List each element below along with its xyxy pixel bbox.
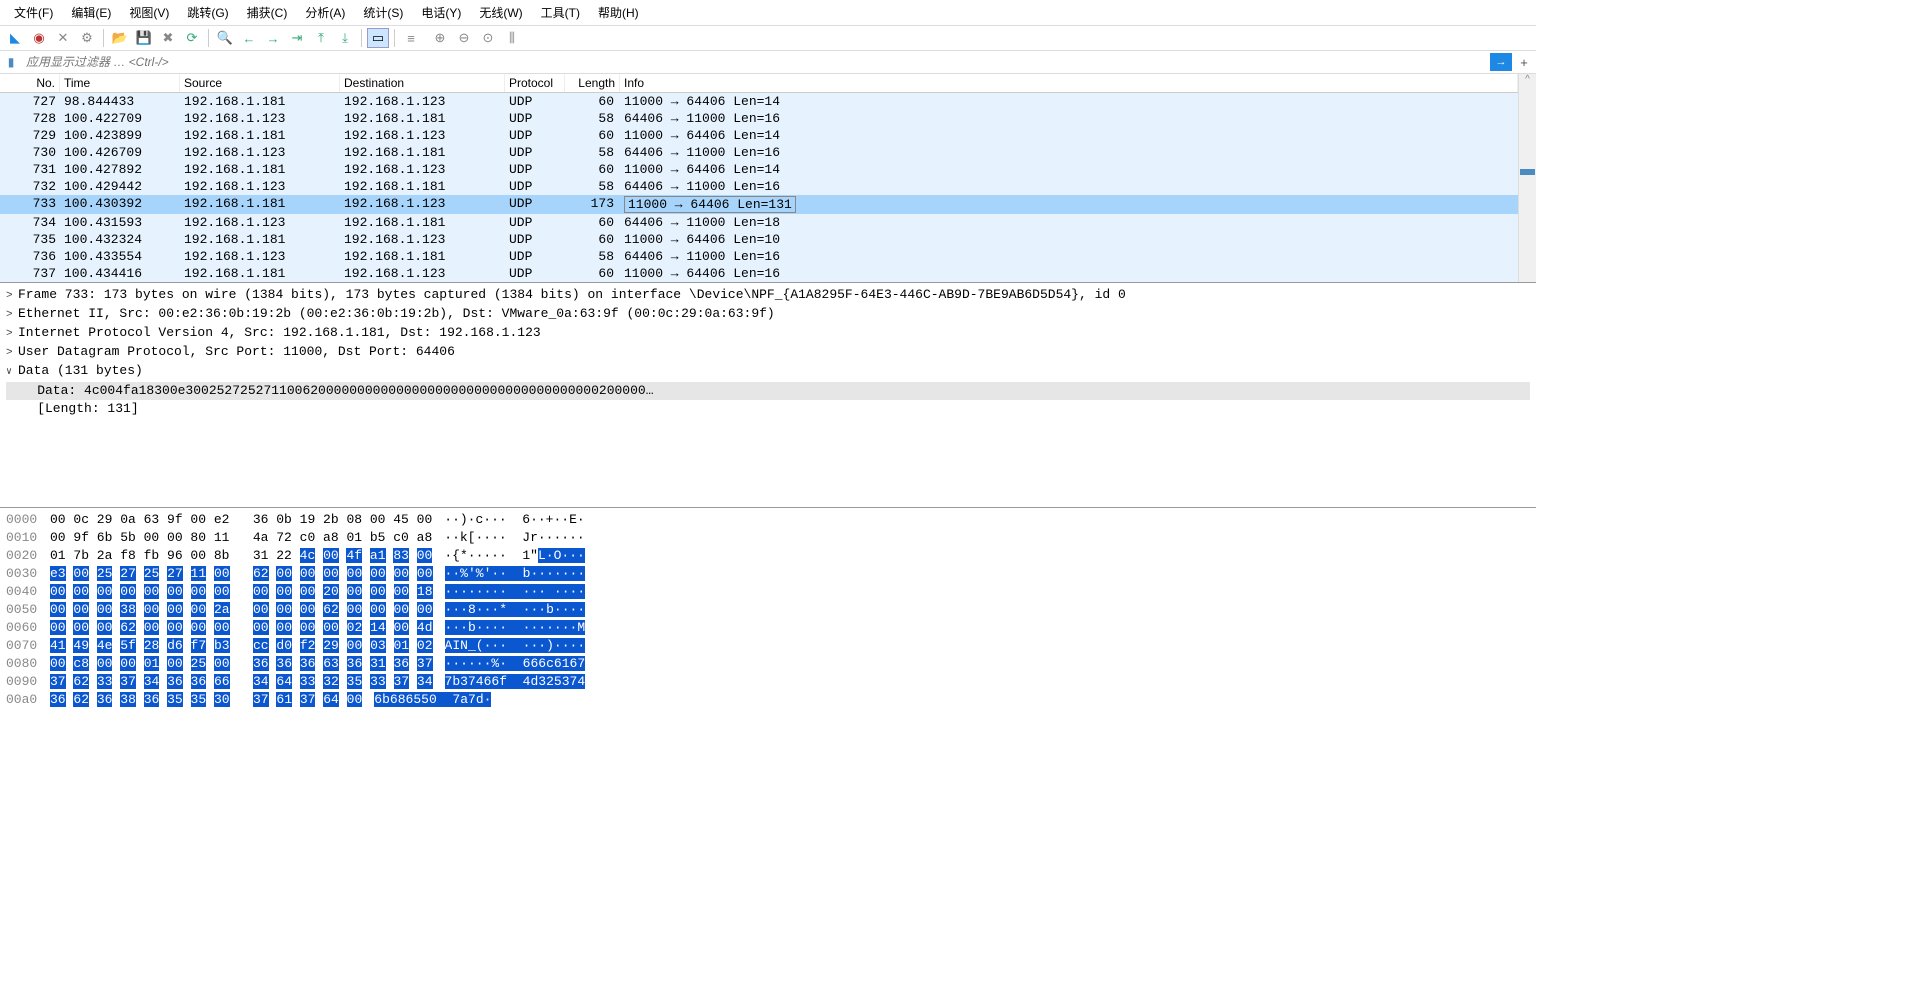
shark-fin-icon[interactable]: ◣ <box>4 28 26 48</box>
zoom-in-icon[interactable]: ⊕ <box>429 28 451 48</box>
detail-udp[interactable]: User Datagram Protocol, Src Port: 11000,… <box>6 343 1530 362</box>
find-packet-icon[interactable]: 🔍 <box>214 28 236 48</box>
filter-add-button[interactable]: + <box>1516 53 1532 71</box>
hex-row[interactable]: 000000 0c 29 0a 63 9f 00 e2 36 0b 19 2b … <box>6 511 1530 529</box>
packet-row[interactable]: 734100.431593192.168.1.123192.168.1.181U… <box>0 214 1518 231</box>
detail-data-length[interactable]: [Length: 131] <box>6 400 1530 418</box>
menu-view[interactable]: 视图(V) <box>123 2 175 23</box>
col-no[interactable]: No. <box>0 74 60 92</box>
packet-details-pane[interactable]: Frame 733: 173 bytes on wire (1384 bits)… <box>0 283 1536 508</box>
packet-bytes-pane[interactable]: 000000 0c 29 0a 63 9f 00 e2 36 0b 19 2b … <box>0 508 1536 712</box>
packet-row[interactable]: 729100.423899192.168.1.181192.168.1.123U… <box>0 127 1518 144</box>
packet-list-pane: No. Time Source Destination Protocol Len… <box>0 74 1536 283</box>
separator <box>208 29 209 47</box>
separator <box>103 29 104 47</box>
col-source[interactable]: Source <box>180 74 340 92</box>
filter-bar: ▮ → + <box>0 51 1536 74</box>
packet-row[interactable]: 736100.433554192.168.1.123192.168.1.181U… <box>0 248 1518 265</box>
packet-row[interactable]: 72798.844433192.168.1.181192.168.1.123UD… <box>0 93 1518 110</box>
hex-row[interactable]: 008000 c8 00 00 01 00 25 00 36 36 36 63 … <box>6 655 1530 673</box>
packet-row[interactable]: 728100.422709192.168.1.123192.168.1.181U… <box>0 110 1518 127</box>
hex-row[interactable]: 007041 49 4e 5f 28 d6 f7 b3 cc d0 f2 29 … <box>6 637 1530 655</box>
hex-row[interactable]: 0030e3 00 25 27 25 27 11 00 62 00 00 00 … <box>6 565 1530 583</box>
go-back-icon[interactable]: ← <box>238 28 260 48</box>
menu-edit[interactable]: 编辑(E) <box>65 2 117 23</box>
packet-row[interactable]: 737100.434416192.168.1.181192.168.1.123U… <box>0 265 1518 282</box>
hex-row[interactable]: 002001 7b 2a f8 fb 96 00 8b 31 22 4c 00 … <box>6 547 1530 565</box>
packet-row[interactable]: 732100.429442192.168.1.123192.168.1.181U… <box>0 178 1518 195</box>
go-forward-icon[interactable]: → <box>262 28 284 48</box>
go-to-packet-icon[interactable]: ⇥ <box>286 28 308 48</box>
resize-columns-icon[interactable]: ⫼ <box>501 28 523 48</box>
menu-analyze[interactable]: 分析(A) <box>299 2 351 23</box>
scrollbar-thumb[interactable] <box>1520 169 1535 175</box>
packet-row[interactable]: 730100.426709192.168.1.123192.168.1.181U… <box>0 144 1518 161</box>
bookmark-icon[interactable]: ▮ <box>4 55 18 69</box>
open-file-icon[interactable]: 📂 <box>109 28 131 48</box>
menu-telephony[interactable]: 电话(Y) <box>415 2 467 23</box>
restart-capture-icon[interactable]: ✕ <box>52 28 74 48</box>
menu-bar: 文件(F) 编辑(E) 视图(V) 跳转(G) 捕获(C) 分析(A) 统计(S… <box>0 0 1536 26</box>
hex-row[interactable]: 005000 00 00 38 00 00 00 2a 00 00 00 62 … <box>6 601 1530 619</box>
filter-apply-button[interactable]: → <box>1490 53 1512 71</box>
stop-capture-icon[interactable]: ◉ <box>28 28 50 48</box>
toolbar: ◣ ◉ ✕ ⚙ 📂 💾 ✖ ⟳ 🔍 ← → ⇥ ⤒ ⤓ ▭ ≡ ⊕ ⊖ ⊙ ⫼ <box>0 26 1536 51</box>
menu-statistics[interactable]: 统计(S) <box>357 2 409 23</box>
go-first-icon[interactable]: ⤒ <box>310 28 332 48</box>
detail-frame[interactable]: Frame 733: 173 bytes on wire (1384 bits)… <box>6 286 1530 305</box>
packet-row[interactable]: 731100.427892192.168.1.181192.168.1.123U… <box>0 161 1518 178</box>
packet-header-row: No. Time Source Destination Protocol Len… <box>0 74 1518 93</box>
packet-body: 72798.844433192.168.1.181192.168.1.123UD… <box>0 93 1518 282</box>
auto-scroll-icon[interactable]: ▭ <box>367 28 389 48</box>
menu-tools[interactable]: 工具(T) <box>535 2 586 23</box>
hex-row[interactable]: 00a036 62 36 38 36 35 35 30 37 61 37 64 … <box>6 691 1530 709</box>
packet-table[interactable]: No. Time Source Destination Protocol Len… <box>0 74 1518 282</box>
menu-help[interactable]: 帮助(H) <box>592 2 645 23</box>
col-length[interactable]: Length <box>565 74 620 92</box>
detail-data-value[interactable]: Data: 4c004fa18300e300252725271100620000… <box>6 382 1530 400</box>
zoom-reset-icon[interactable]: ⊙ <box>477 28 499 48</box>
detail-data-header[interactable]: Data (131 bytes) <box>6 362 1530 382</box>
col-time[interactable]: Time <box>60 74 180 92</box>
display-filter-input[interactable] <box>22 53 1486 71</box>
colorize-icon[interactable]: ≡ <box>400 28 422 48</box>
hex-row[interactable]: 004000 00 00 00 00 00 00 00 00 00 00 20 … <box>6 583 1530 601</box>
zoom-out-icon[interactable]: ⊖ <box>453 28 475 48</box>
packet-row[interactable]: 735100.432324192.168.1.181192.168.1.123U… <box>0 231 1518 248</box>
close-file-icon[interactable]: ✖ <box>157 28 179 48</box>
menu-capture[interactable]: 捕获(C) <box>241 2 294 23</box>
hex-row[interactable]: 001000 9f 6b 5b 00 00 80 11 4a 72 c0 a8 … <box>6 529 1530 547</box>
detail-ethernet[interactable]: Ethernet II, Src: 00:e2:36:0b:19:2b (00:… <box>6 305 1530 324</box>
hex-row[interactable]: 006000 00 00 62 00 00 00 00 00 00 00 00 … <box>6 619 1530 637</box>
hex-row[interactable]: 009037 62 33 37 34 36 36 66 34 64 33 32 … <box>6 673 1530 691</box>
col-protocol[interactable]: Protocol <box>505 74 565 92</box>
save-file-icon[interactable]: 💾 <box>133 28 155 48</box>
col-info[interactable]: Info <box>620 74 1518 92</box>
col-destination[interactable]: Destination <box>340 74 505 92</box>
separator <box>394 29 395 47</box>
menu-go[interactable]: 跳转(G) <box>181 2 234 23</box>
menu-wireless[interactable]: 无线(W) <box>473 2 528 23</box>
menu-file[interactable]: 文件(F) <box>8 2 59 23</box>
separator <box>361 29 362 47</box>
capture-options-icon[interactable]: ⚙ <box>76 28 98 48</box>
reload-icon[interactable]: ⟳ <box>181 28 203 48</box>
vertical-scrollbar[interactable]: ^ <box>1518 74 1536 282</box>
packet-row[interactable]: 733100.430392192.168.1.181192.168.1.123U… <box>0 195 1518 214</box>
go-last-icon[interactable]: ⤓ <box>334 28 356 48</box>
detail-ip[interactable]: Internet Protocol Version 4, Src: 192.16… <box>6 324 1530 343</box>
